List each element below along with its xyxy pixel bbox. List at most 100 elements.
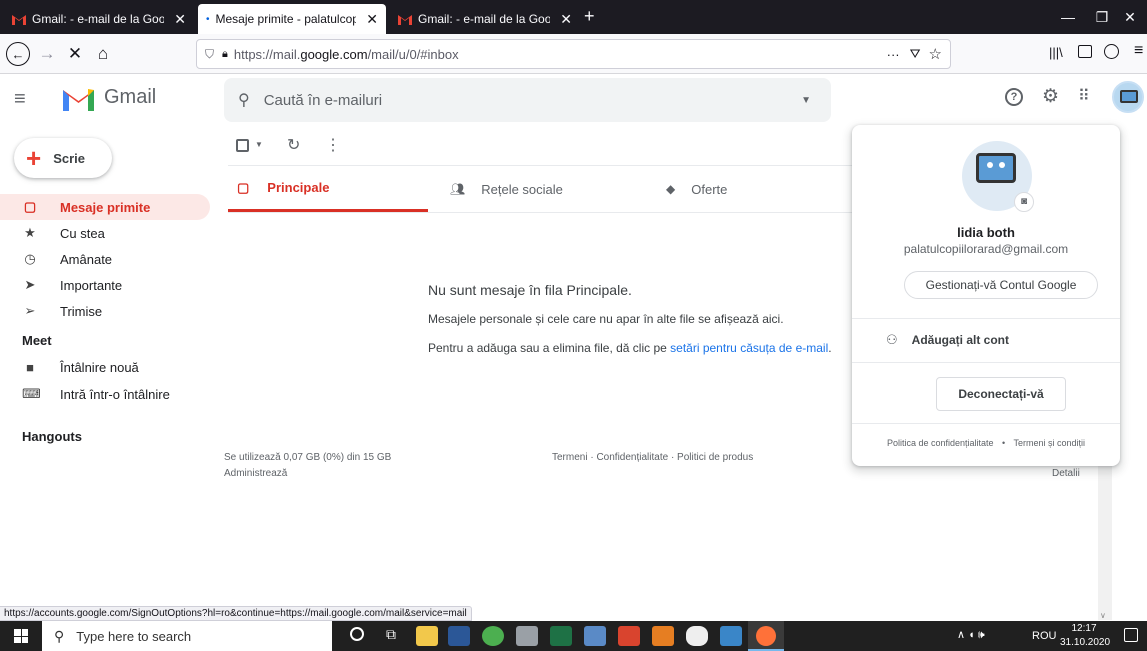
windows-start-icon[interactable] [14,629,28,643]
chrome-icon[interactable] [482,626,504,646]
taskbar-search-input[interactable]: Type here to search [76,629,191,644]
sidebar-item-snoozed[interactable]: ◷ Amânate [0,246,210,272]
paint-icon[interactable] [516,626,538,646]
more-options-icon[interactable]: ⋮ [325,135,341,155]
people-icon: 👥︎ [450,182,466,196]
search-box[interactable]: ⚲ Caută în e-mailuri ▼ [224,78,831,122]
tab-close-icon[interactable]: ✕ [174,11,186,28]
empty-settings-line: Pentru a adăuga sau a elimina file, dă c… [428,341,832,355]
sidebar-item-starred[interactable]: ★ Cu stea [0,220,210,246]
stop-loading-icon[interactable]: ✕ [62,42,88,66]
tab-title: Gmail: - e-mail de la Google [418,12,551,26]
gmail-favicon-icon [398,14,412,25]
system-tray[interactable]: ∧ ◖ 🕪︎ [957,628,985,642]
url-text: https://mail.google.com/mail/u/0/#inbox [233,46,459,62]
sidebar-icon[interactable] [1078,45,1092,58]
add-account-item[interactable]: ⚇ Adăugați alt cont [852,322,1120,358]
clock-time[interactable]: 12:17 [1064,623,1104,634]
tab-close-icon[interactable]: ✕ [560,11,572,28]
sidebar-item-label: Întâlnire nouă [60,359,139,375]
sign-out-button[interactable]: Deconectați-vă [936,377,1066,411]
privacy-link[interactable]: Politica de confidențialitate [887,438,994,448]
gmail-logo-icon[interactable] [63,87,94,111]
search-options-icon[interactable]: ▼ [801,95,811,106]
library-icon[interactable]: |||\ [1049,45,1063,60]
word-icon[interactable] [448,626,470,646]
avatar[interactable] [1112,81,1144,113]
taskbar-search-box[interactable]: ⚲ Type here to search [42,621,332,651]
forward-arrow-icon[interactable]: → [34,42,60,66]
sidebar-item-label: Cu stea [60,225,105,241]
documents-icon[interactable] [720,626,742,646]
sidebar-item-join-meeting[interactable]: ⌨ Intră într-o întâlnire [0,381,210,407]
select-all-checkbox[interactable] [236,139,249,152]
help-icon[interactable]: ? [1005,88,1023,106]
tab-promotions[interactable]: ◆ Oferte [656,166,846,212]
notifications-icon[interactable] [1124,628,1138,642]
account-icon[interactable] [1104,44,1119,59]
game-icon[interactable] [652,626,674,646]
home-icon[interactable]: ⌂ [90,42,116,66]
hangouts-heading: Hangouts [22,429,82,444]
browser-tab[interactable]: Gmail: - e-mail de la Google ✕ [390,4,580,34]
tab-close-icon[interactable]: ✕ [366,11,378,28]
tag-icon: ◆ [666,182,676,196]
flag-icon[interactable] [618,626,640,646]
refresh-icon[interactable]: ↻ [287,135,300,155]
firefox-taskbar-button[interactable] [748,621,784,651]
search-input[interactable]: Caută în e-mailuri [264,92,382,109]
apps-grid-icon[interactable]: ⠿ [1078,86,1090,106]
settings-gear-icon[interactable]: ⚙ [1042,85,1059,108]
tab-primary[interactable]: ▢ Principale [228,166,428,212]
scrollbar[interactable] [1098,440,1112,620]
account-popup: ◙ lidia both palatulcopiilorarad@gmail.c… [852,125,1120,466]
cortana-icon[interactable] [350,627,364,641]
app-icon[interactable] [584,626,606,646]
shield-icon: ⛉ [205,46,215,61]
manage-storage-link[interactable]: Administrează [224,468,287,479]
window-close-icon[interactable]: ✕ [1113,0,1147,34]
meet-heading: Meet [22,333,52,348]
inbox-icon: ▢ [23,199,37,214]
pen-icon[interactable] [686,626,708,646]
url-bar[interactable]: ⛉ 🔒︎ https://mail.google.com/mail/u/0/#i… [196,39,951,69]
inbox-settings-link[interactable]: setări pentru căsuța de e-mail [670,341,828,355]
file-explorer-icon[interactable] [416,626,438,646]
account-name: lidia both [957,225,1015,240]
change-photo-camera-icon[interactable]: ◙ [1014,192,1034,212]
bookmark-star-icon[interactable]: ☆ [929,45,942,63]
select-dropdown-icon[interactable]: ▼ [255,140,263,149]
language-indicator[interactable]: ROU [1032,630,1056,642]
sidebar-item-new-meeting[interactable]: ■ Întâlnire nouă [0,354,210,380]
tab-social[interactable]: 👥︎ Rețele sociale [440,166,640,212]
keyboard-icon: ⌨ [22,386,41,401]
divider [852,318,1120,319]
details-link[interactable]: Detalii [1052,468,1080,479]
compose-button[interactable]: + Scrie [14,138,112,178]
footer-links[interactable]: Termeni · Confidențialitate · Politici d… [552,452,753,463]
manage-account-button[interactable]: Gestionați-vă Contul Google [904,271,1098,299]
sidebar-item-sent[interactable]: ➢ Trimise [0,298,210,324]
pocket-icon[interactable]: ⛛ [910,46,921,62]
task-view-icon[interactable]: ⧉ [386,626,396,643]
menu-icon[interactable]: ≡ [1134,42,1143,60]
excel-icon[interactable] [550,626,572,646]
main-menu-icon[interactable]: ≡ [14,88,26,111]
sidebar-item-important[interactable]: ➤ Importante [0,272,210,298]
new-tab-button[interactable]: + [584,6,595,27]
tab-title: Gmail: - e-mail de la Google [32,12,165,26]
browser-tab-active[interactable]: • Mesaje primite - palatulcopiilor ✕ [198,4,386,34]
terms-link[interactable]: Termeni și condiții [1014,438,1086,448]
sidebar-item-inbox[interactable]: ▢ Mesaje primite [0,194,210,220]
scroll-down-icon[interactable]: ∨ [1100,611,1106,620]
sidebar-item-label: Importante [60,277,123,293]
browser-tab[interactable]: Gmail: - e-mail de la Google ✕ [4,4,194,34]
back-arrow-icon[interactable]: ← [6,42,30,66]
divider [852,423,1120,424]
gmail-header: ≡ Gmail ⚲ Caută în e-mailuri ▼ ? ⚙ ⠿ [0,74,1147,124]
page-actions-icon[interactable]: ··· [887,47,900,62]
clock-date[interactable]: 31.10.2020 [1060,637,1110,648]
gmail-logo-text: Gmail [104,86,157,108]
search-icon: ⚲ [238,92,250,109]
send-icon: ➢ [24,303,36,318]
